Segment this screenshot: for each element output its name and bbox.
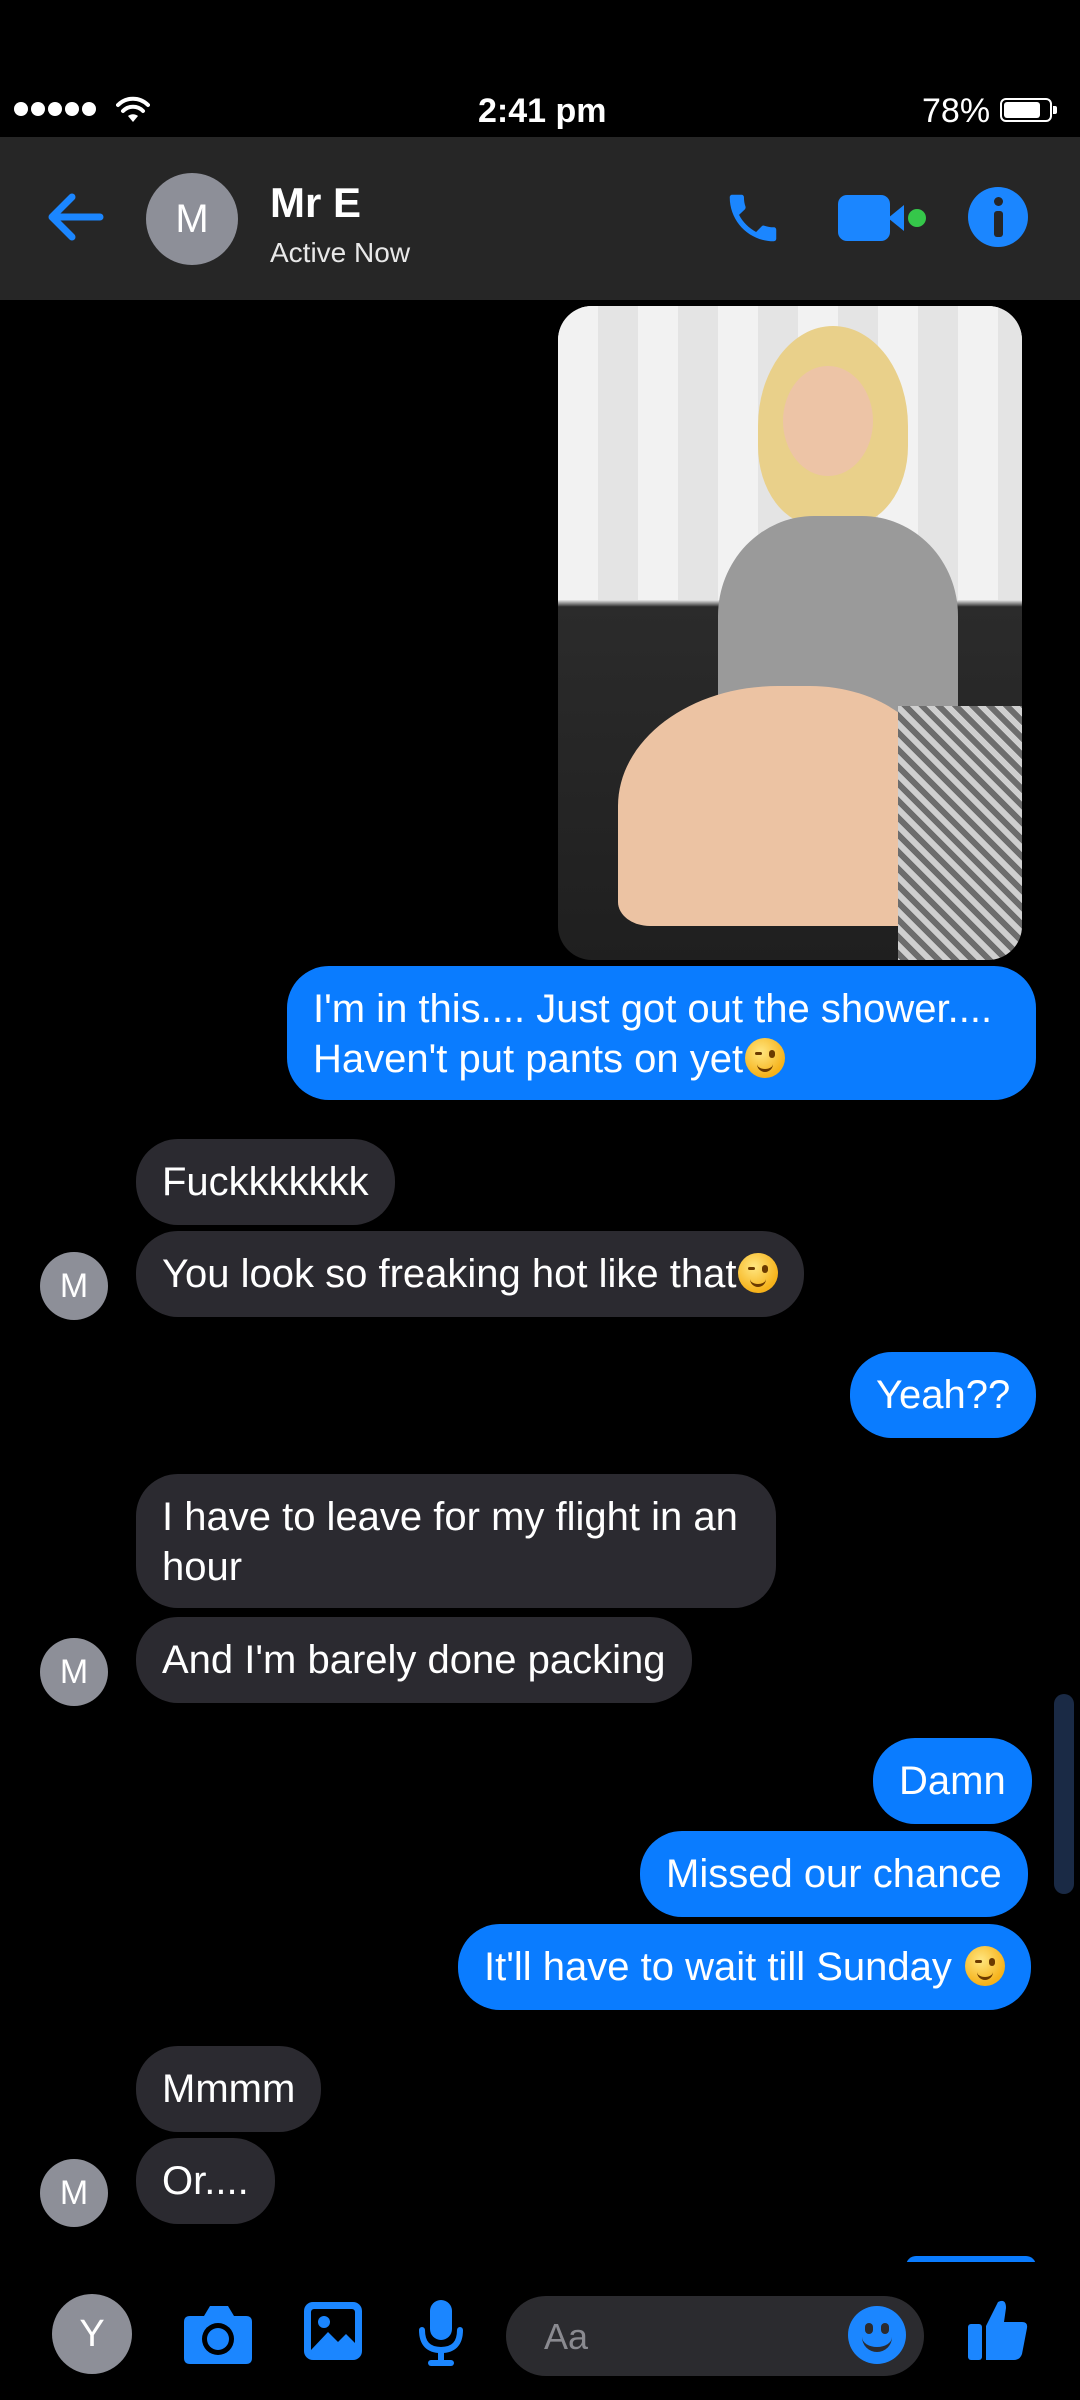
winking-face-emoji	[964, 1946, 1005, 1986]
sender-avatar[interactable]: M	[40, 1252, 108, 1320]
thumbs-up-icon[interactable]	[966, 2296, 1030, 2364]
winking-face-emoji	[745, 1038, 786, 1078]
outgoing-message[interactable]: Damn	[873, 1738, 1032, 1824]
battery-percent: 78%	[922, 92, 991, 130]
status-time: 2:41 pm	[478, 92, 607, 130]
conversation-header: M Mr E Active Now	[0, 137, 1080, 300]
signal-dots	[14, 102, 96, 116]
outgoing-message[interactable]: It'll have to wait till Sunday	[458, 1924, 1031, 2010]
video-call-icon[interactable]	[838, 195, 928, 241]
message-input-placeholder: Aa	[544, 2316, 589, 2357]
contact-name[interactable]: Mr E	[270, 179, 361, 227]
incoming-message[interactable]: You look so freaking hot like that	[136, 1231, 805, 1317]
message-input[interactable]: Aa	[506, 2296, 924, 2376]
sender-avatar[interactable]: M	[40, 1638, 108, 1706]
incoming-message[interactable]: Or....	[136, 2138, 275, 2224]
battery-icon	[1000, 98, 1057, 122]
composer-bar: Y Aa	[0, 2262, 1080, 2400]
camera-icon[interactable]	[182, 2302, 254, 2366]
wifi-icon	[116, 96, 150, 122]
caption-line-2: Haven't put pants on yet	[313, 1034, 1010, 1084]
info-icon[interactable]	[968, 187, 1028, 247]
message-line-1: I have to leave for my flight in an	[162, 1495, 738, 1539]
outgoing-message[interactable]: Missed our chance	[640, 1831, 1028, 1917]
emoji-picker-icon[interactable]	[848, 2306, 906, 2364]
drooling-face-emoji	[738, 1253, 779, 1293]
message-text: It'll have to wait till Sunday	[484, 1945, 963, 1989]
shared-photo[interactable]	[558, 306, 1022, 960]
incoming-message[interactable]: Mmmm	[136, 2046, 322, 2132]
sender-avatar[interactable]: M	[40, 2159, 108, 2227]
message-line-2: hour	[162, 1545, 243, 1589]
incoming-message[interactable]: I have to leave for my flight in an hour	[136, 1474, 776, 1608]
contact-avatar[interactable]: M	[146, 173, 238, 265]
phone-call-icon[interactable]	[722, 187, 784, 249]
message-text: You look so freaking hot like that	[162, 1252, 737, 1296]
incoming-message[interactable]: And I'm barely done packing	[136, 1617, 692, 1703]
gallery-icon[interactable]	[302, 2300, 364, 2362]
caption-line-1: I'm in this.... Just got out the shower.…	[313, 987, 993, 1031]
user-avatar[interactable]: Y	[52, 2294, 132, 2374]
scrollbar[interactable]	[1054, 1694, 1074, 1894]
contact-status: Active Now	[270, 237, 411, 268]
microphone-icon[interactable]	[418, 2298, 464, 2368]
outgoing-message[interactable]: Yeah??	[850, 1352, 1037, 1438]
outgoing-message-photo-caption[interactable]: I'm in this.... Just got out the shower.…	[287, 966, 1036, 1100]
incoming-message[interactable]: Fuckkkkkkk	[136, 1139, 395, 1225]
back-arrow-icon[interactable]	[44, 189, 104, 245]
status-bar: 2:41 pm 78%	[0, 88, 1080, 140]
